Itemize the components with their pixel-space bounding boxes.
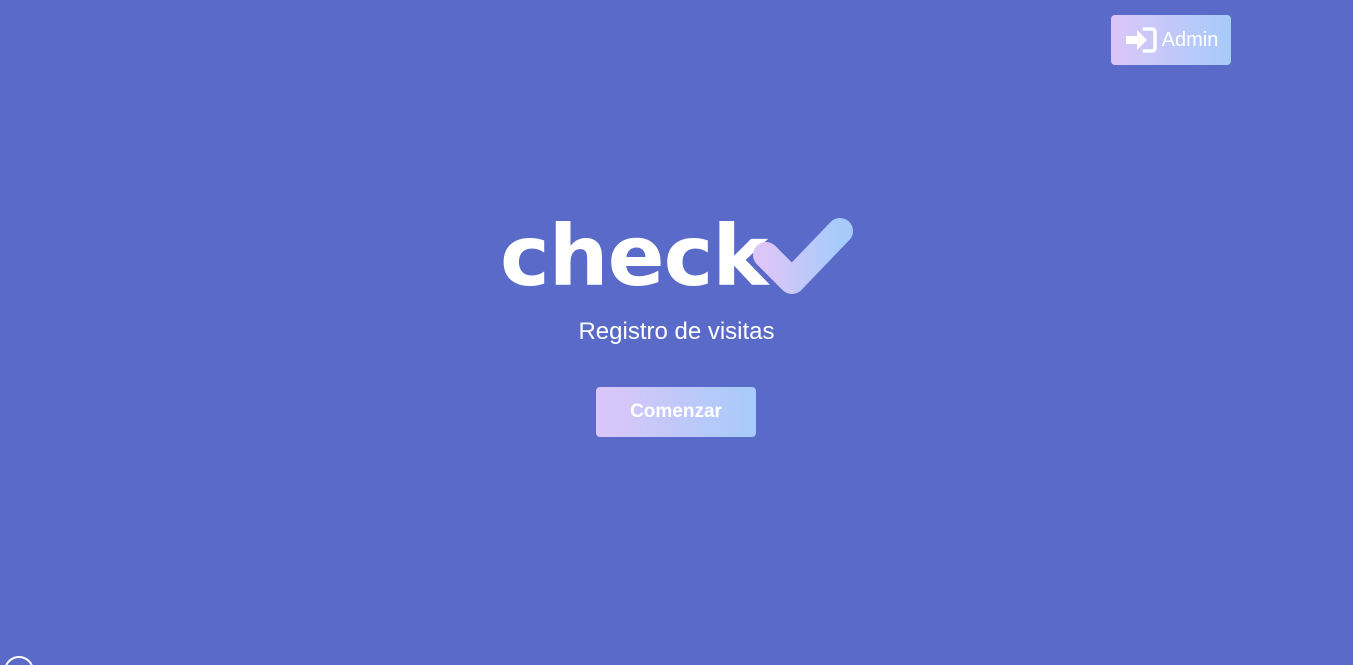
logo-wordmark: check [500,207,768,305]
page-subtitle: Registro de visitas [578,318,775,345]
checkmark-icon [753,218,853,294]
admin-button-label: Admin [1161,28,1219,51]
start-button[interactable]: Comenzar [596,387,756,437]
admin-login-button[interactable]: Admin [1111,15,1231,65]
floating-widget-handle[interactable] [4,656,34,665]
landing-page: Admin check Registro de visitas Comenzar [0,0,1353,665]
check-logo: check [500,210,860,302]
sign-in-icon [1124,26,1158,54]
